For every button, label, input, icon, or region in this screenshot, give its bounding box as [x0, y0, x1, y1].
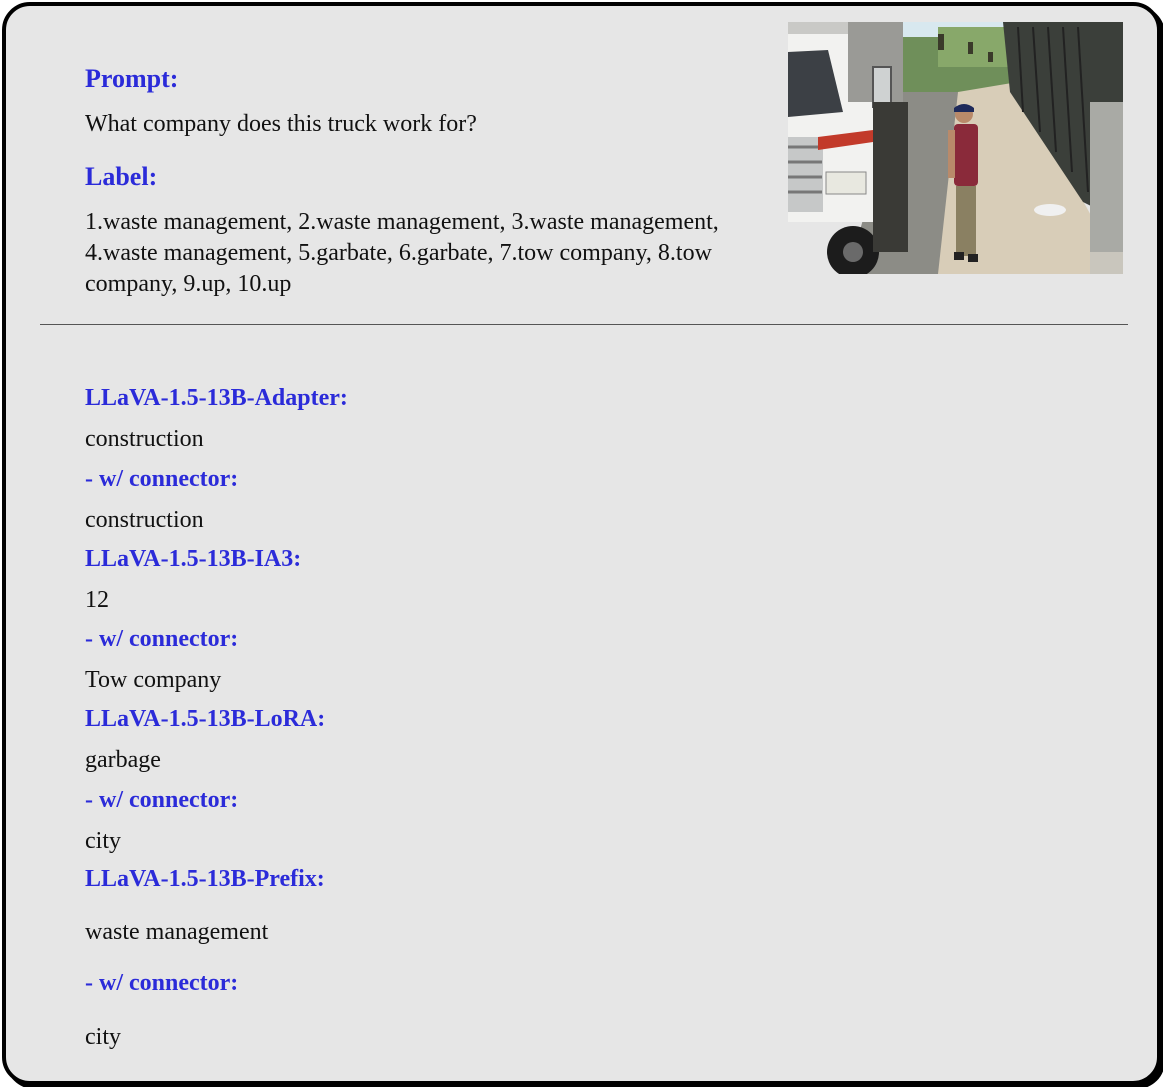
label-text: 1.waste management, 2.waste management, … [85, 209, 719, 297]
prefix-connector-heading: - w/ connector: [85, 970, 239, 996]
ia3-heading: LLaVA-1.5-13B-IA3: [85, 546, 302, 572]
ia3-connector-heading: - w/ connector: [85, 626, 239, 652]
prefix-answer: waste management [85, 919, 269, 945]
prefix-connector-answer: city [85, 1024, 121, 1050]
example-panel: Prompt: What company does this truck wor… [2, 2, 1161, 1085]
lora-heading: LLaVA-1.5-13B-LoRA: [85, 706, 326, 732]
adapter-answer: construction [85, 426, 204, 452]
truck-photo [788, 22, 1123, 274]
adapter-connector-heading: - w/ connector: [85, 466, 239, 492]
section-divider [40, 324, 1128, 325]
adapter-connector-answer: construction [85, 507, 204, 533]
lora-connector-answer: city [85, 828, 121, 854]
ia3-connector-answer: Tow company [85, 667, 222, 693]
lora-connector-heading: - w/ connector: [85, 787, 239, 813]
prompt-heading: Prompt: [85, 64, 179, 93]
label-heading: Label: [85, 162, 158, 191]
ia3-answer: 12 [85, 587, 109, 613]
prompt-text: What company does this truck work for? [85, 111, 477, 137]
adapter-heading: LLaVA-1.5-13B-Adapter: [85, 385, 348, 411]
truck-scene-image [788, 22, 1123, 274]
lora-answer: garbage [85, 747, 161, 773]
prefix-heading: LLaVA-1.5-13B-Prefix: [85, 866, 325, 892]
